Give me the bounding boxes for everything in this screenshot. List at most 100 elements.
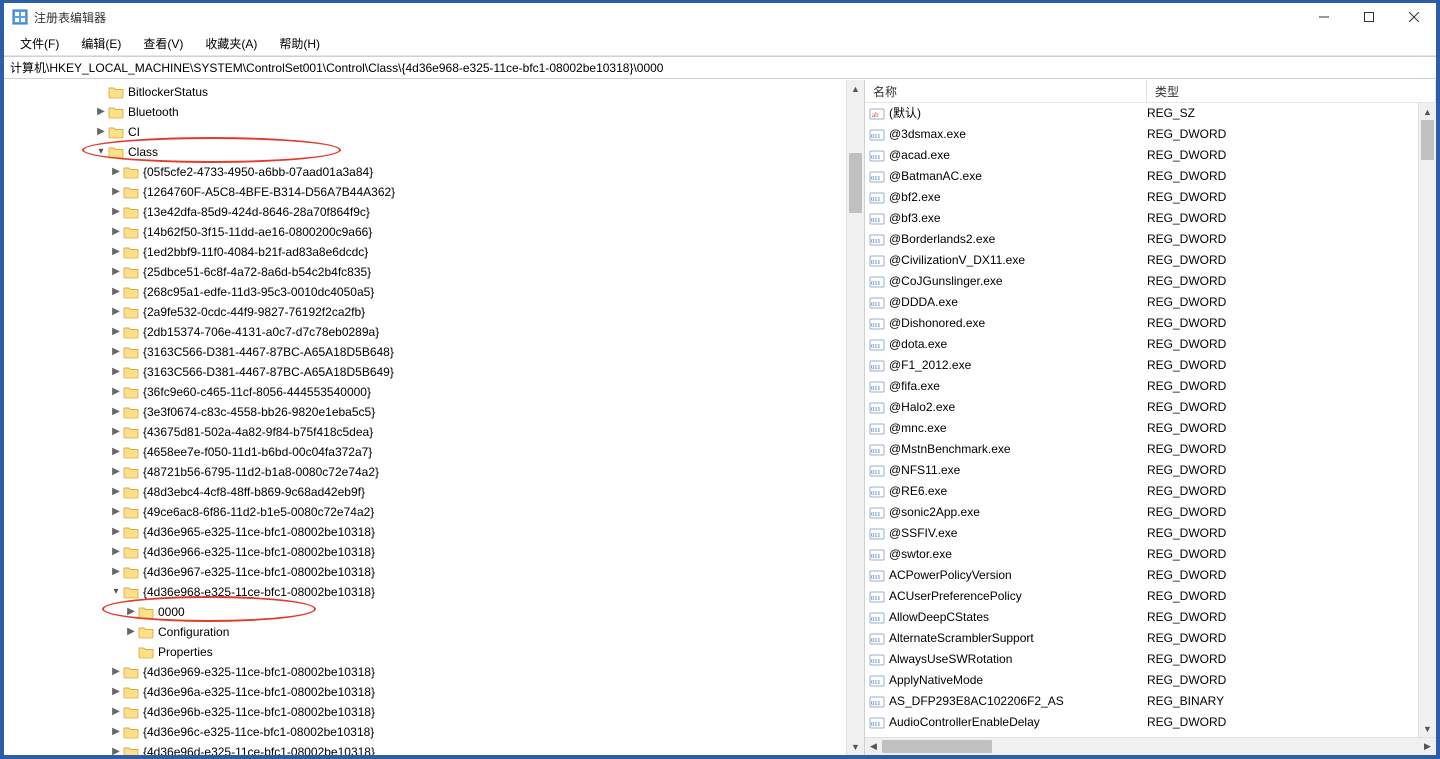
tree-item[interactable]: ▶Configuration — [4, 622, 864, 642]
tree-item[interactable]: ▶{3163C566-D381-4467-87BC-A65A18D5B648} — [4, 342, 864, 362]
list-item[interactable]: 011@DDDA.exeREG_DWORD — [865, 292, 1436, 313]
address-bar[interactable]: 计算机\HKEY_LOCAL_MACHINE\SYSTEM\ControlSet… — [4, 56, 1436, 79]
list-scroll-thumb-y[interactable] — [1421, 120, 1434, 160]
list-item[interactable]: 011@Dishonored.exeREG_DWORD — [865, 313, 1436, 334]
tree-item[interactable]: ▶{05f5cfe2-4733-4950-a6bb-07aad01a3a84} — [4, 162, 864, 182]
maximize-button[interactable] — [1346, 3, 1391, 31]
chevron-right-icon[interactable]: ▶ — [109, 302, 123, 322]
chevron-right-icon[interactable]: ▶ — [109, 522, 123, 542]
tree-item[interactable]: ▶Bluetooth — [4, 102, 864, 122]
tree-item[interactable]: ▶{1264760F-A5C8-4BFE-B314-D56A7B44A362} — [4, 182, 864, 202]
tree-item[interactable]: ▶{2a9fe532-0cdc-44f9-9827-76192f2ca2fb} — [4, 302, 864, 322]
tree-item[interactable]: ▶{4d36e966-e325-11ce-bfc1-08002be10318} — [4, 542, 864, 562]
chevron-right-icon[interactable]: ▶ — [109, 562, 123, 582]
tree-item[interactable]: ▶{4d36e96a-e325-11ce-bfc1-08002be10318} — [4, 682, 864, 702]
address-path[interactable]: 计算机\HKEY_LOCAL_MACHINE\SYSTEM\ControlSet… — [10, 59, 663, 76]
minimize-button[interactable] — [1301, 3, 1346, 31]
tree-item[interactable]: ▶{4d36e96c-e325-11ce-bfc1-08002be10318} — [4, 722, 864, 742]
chevron-right-icon[interactable]: ▶ — [109, 182, 123, 202]
tree-item[interactable]: ▶0000 — [4, 602, 864, 622]
list-scroll-right-icon[interactable]: ▶ — [1419, 738, 1436, 755]
tree-item[interactable]: ▾Class — [4, 142, 864, 162]
chevron-right-icon[interactable]: ▶ — [109, 722, 123, 742]
list-item[interactable]: 011AS_DFP293E8AC102206F2_ASREG_BINARY — [865, 691, 1436, 712]
chevron-right-icon[interactable]: ▶ — [109, 462, 123, 482]
tree-item[interactable]: ▶{14b62f50-3f15-11dd-ae16-0800200c9a66} — [4, 222, 864, 242]
close-button[interactable] — [1391, 3, 1436, 31]
chevron-right-icon[interactable]: ▶ — [109, 502, 123, 522]
list-item[interactable]: 011@BatmanAC.exeREG_DWORD — [865, 166, 1436, 187]
tree-item[interactable]: ▶{4d36e967-e325-11ce-bfc1-08002be10318} — [4, 562, 864, 582]
chevron-right-icon[interactable]: ▶ — [109, 202, 123, 222]
chevron-down-icon[interactable]: ▾ — [94, 142, 108, 162]
tree-item[interactable]: ▶{49ce6ac8-6f86-11d2-b1e5-0080c72e74a2} — [4, 502, 864, 522]
chevron-right-icon[interactable]: ▶ — [109, 702, 123, 722]
tree-item[interactable]: ▶CI — [4, 122, 864, 142]
chevron-right-icon[interactable]: ▶ — [109, 682, 123, 702]
values-list[interactable]: ab(默认)REG_SZ011@3dsmax.exeREG_DWORD011@a… — [865, 103, 1436, 733]
list-item[interactable]: 011@CoJGunslinger.exeREG_DWORD — [865, 271, 1436, 292]
list-item[interactable]: 011@bf3.exeREG_DWORD — [865, 208, 1436, 229]
list-item[interactable]: 011ACUserPreferencePolicyREG_DWORD — [865, 586, 1436, 607]
tree-item[interactable]: ▶{268c95a1-edfe-11d3-95c3-0010dc4050a5} — [4, 282, 864, 302]
list-item[interactable]: 011@fifa.exeREG_DWORD — [865, 376, 1436, 397]
tree-item[interactable]: ▶{48d3ebc4-4cf8-48ff-b869-9c68ad42eb9f} — [4, 482, 864, 502]
tree-item[interactable]: ▶{4d36e965-e325-11ce-bfc1-08002be10318} — [4, 522, 864, 542]
tree-scroll-up-icon[interactable]: ▲ — [847, 80, 864, 97]
tree-item[interactable]: Properties — [4, 642, 864, 662]
tree-item[interactable]: BitlockerStatus — [4, 82, 864, 102]
chevron-right-icon[interactable]: ▶ — [109, 382, 123, 402]
list-item[interactable]: 011ApplyNativeModeREG_DWORD — [865, 670, 1436, 691]
chevron-right-icon[interactable]: ▶ — [109, 222, 123, 242]
tree-item[interactable]: ▶{48721b56-6795-11d2-b1a8-0080c72e74a2} — [4, 462, 864, 482]
chevron-right-icon[interactable]: ▶ — [109, 542, 123, 562]
list-scroll-down-icon[interactable]: ▼ — [1419, 720, 1436, 737]
list-item[interactable]: 011AudioControllerEnableDelayREG_DWORD — [865, 712, 1436, 733]
list-item[interactable]: 011@NFS11.exeREG_DWORD — [865, 460, 1436, 481]
titlebar[interactable]: 注册表编辑器 — [4, 3, 1436, 31]
tree-item[interactable]: ▶{1ed2bbf9-11f0-4084-b21f-ad83a8e6dcdc} — [4, 242, 864, 262]
list-scrollbar-y[interactable]: ▲ ▼ — [1418, 103, 1436, 737]
tree-scroll-thumb[interactable] — [849, 153, 862, 213]
chevron-right-icon[interactable]: ▶ — [109, 482, 123, 502]
list-item[interactable]: 011@acad.exeREG_DWORD — [865, 145, 1436, 166]
chevron-right-icon[interactable]: ▶ — [109, 362, 123, 382]
chevron-right-icon[interactable]: ▶ — [124, 622, 138, 642]
chevron-right-icon[interactable]: ▶ — [109, 242, 123, 262]
tree-item[interactable]: ▾{4d36e968-e325-11ce-bfc1-08002be10318} — [4, 582, 864, 602]
list-item[interactable]: 011@CivilizationV_DX11.exeREG_DWORD — [865, 250, 1436, 271]
list-item[interactable]: 011@dota.exeREG_DWORD — [865, 334, 1436, 355]
list-item[interactable]: 011AlwaysUseSWRotationREG_DWORD — [865, 649, 1436, 670]
list-item[interactable]: 011@MstnBenchmark.exeREG_DWORD — [865, 439, 1436, 460]
list-scrollbar-x[interactable]: ◀ ▶ — [865, 737, 1436, 755]
tree-scrollbar[interactable]: ▲ ▼ — [846, 80, 864, 755]
chevron-right-icon[interactable]: ▶ — [109, 422, 123, 442]
list-item[interactable]: 011@bf2.exeREG_DWORD — [865, 187, 1436, 208]
tree-scroll-down-icon[interactable]: ▼ — [847, 738, 864, 755]
chevron-right-icon[interactable]: ▶ — [109, 262, 123, 282]
chevron-right-icon[interactable]: ▶ — [94, 122, 108, 142]
list-item[interactable]: 011@3dsmax.exeREG_DWORD — [865, 124, 1436, 145]
list-scroll-left-icon[interactable]: ◀ — [865, 738, 882, 755]
menu-edit[interactable]: 编辑(E) — [73, 33, 129, 54]
tree-item[interactable]: ▶{3e3f0674-c83c-4558-bb26-9820e1eba5c5} — [4, 402, 864, 422]
chevron-right-icon[interactable]: ▶ — [109, 662, 123, 682]
chevron-right-icon[interactable]: ▶ — [109, 342, 123, 362]
chevron-right-icon[interactable]: ▶ — [109, 322, 123, 342]
tree-item[interactable]: ▶{43675d81-502a-4a82-9f84-b75f418c5dea} — [4, 422, 864, 442]
tree-item[interactable]: ▶{4d36e969-e325-11ce-bfc1-08002be10318} — [4, 662, 864, 682]
chevron-right-icon[interactable]: ▶ — [109, 402, 123, 422]
chevron-right-icon[interactable]: ▶ — [124, 602, 138, 622]
menu-file[interactable]: 文件(F) — [12, 33, 67, 54]
list-item[interactable]: 011@mnc.exeREG_DWORD — [865, 418, 1436, 439]
list-scroll-thumb-x[interactable] — [882, 740, 992, 753]
chevron-right-icon[interactable]: ▶ — [94, 102, 108, 122]
list-item[interactable]: 011ACPowerPolicyVersionREG_DWORD — [865, 565, 1436, 586]
menu-view[interactable]: 查看(V) — [135, 33, 191, 54]
chevron-right-icon[interactable]: ▶ — [109, 162, 123, 182]
tree-item[interactable]: ▶{13e42dfa-85d9-424d-8646-28a70f864f9c} — [4, 202, 864, 222]
tree-item[interactable]: ▶{2db15374-706e-4131-a0c7-d7c78eb0289a} — [4, 322, 864, 342]
tree-item[interactable]: ▶{4d36e96b-e325-11ce-bfc1-08002be10318} — [4, 702, 864, 722]
chevron-right-icon[interactable]: ▶ — [109, 742, 123, 755]
menu-favorites[interactable]: 收藏夹(A) — [197, 33, 265, 54]
